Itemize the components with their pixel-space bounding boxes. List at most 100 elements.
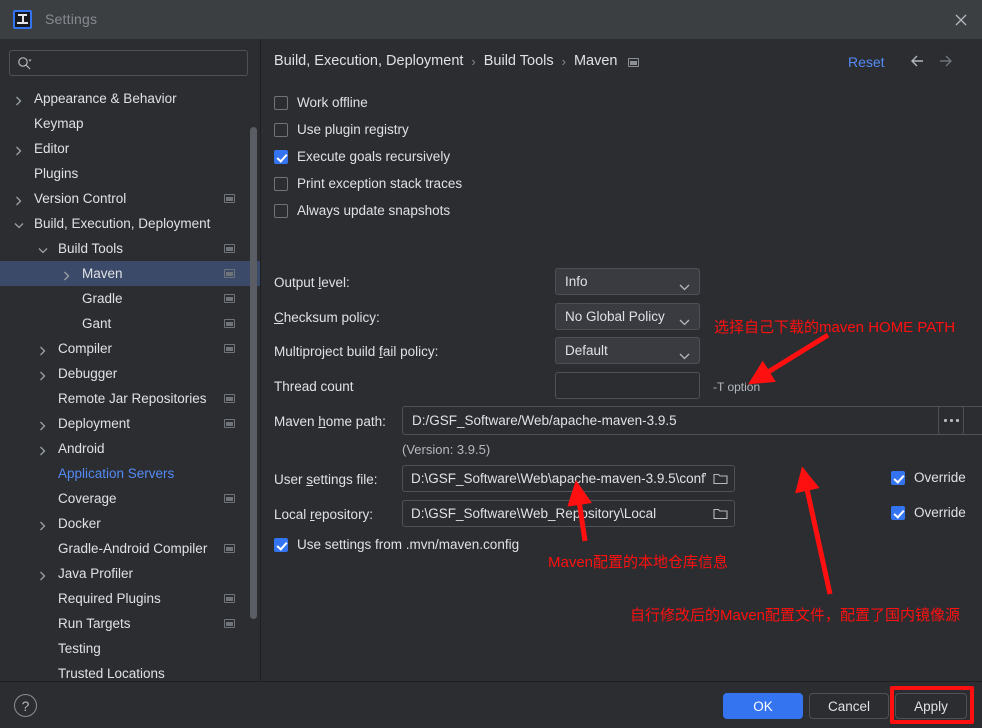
sidebar-item-appearance-behavior[interactable]: Appearance & Behavior — [0, 86, 261, 111]
chevron-right-icon[interactable] — [14, 94, 24, 106]
chevron-right-icon[interactable] — [14, 194, 24, 206]
sidebar-item-testing[interactable]: Testing — [0, 636, 261, 661]
sidebar-item-maven[interactable]: Maven — [0, 261, 261, 286]
project-scope-icon — [224, 619, 235, 628]
checkbox-always-update-snapshots[interactable] — [274, 203, 288, 218]
sidebar-item-label: Editor — [34, 141, 70, 156]
checksum-policy-value: No Global Policy — [565, 309, 665, 324]
checkbox-row-work-offline[interactable]: Work offline — [274, 95, 368, 110]
ok-button[interactable]: OK — [723, 693, 803, 719]
local-repository-override-checkbox[interactable] — [891, 505, 905, 520]
sidebar-item-version-control[interactable]: Version Control — [0, 186, 261, 211]
project-scope-icon — [224, 244, 235, 253]
folder-icon[interactable] — [706, 501, 734, 526]
chevron-right-icon[interactable] — [14, 144, 24, 156]
breadcrumb-item-1[interactable]: Build, Execution, Deployment — [274, 53, 463, 69]
sidebar-item-label: Application Servers — [58, 466, 175, 481]
maven-settings-panel: Build, Execution, Deployment › Build Too… — [261, 39, 982, 681]
project-scope-icon — [224, 494, 235, 503]
folder-icon[interactable] — [706, 466, 734, 491]
sidebar-item-required-plugins[interactable]: Required Plugins — [0, 586, 261, 611]
sidebar-item-plugins[interactable]: Plugins — [0, 161, 261, 186]
sidebar-item-build-tools[interactable]: Build Tools — [0, 236, 261, 261]
chevron-down-icon[interactable] — [38, 244, 48, 254]
checksum-policy-combobox[interactable]: No Global Policy — [555, 303, 700, 330]
local-repository-input[interactable]: D:\GSF_Software\Web_Repository\Local — [402, 500, 735, 527]
project-scope-icon — [628, 57, 640, 67]
thread-count-input[interactable] — [555, 372, 700, 399]
sidebar-item-trusted-locations[interactable]: Trusted Locations — [0, 661, 261, 681]
sidebar-item-application-servers[interactable]: Application Servers — [0, 461, 261, 486]
search-box[interactable] — [9, 50, 248, 76]
maven-home-path-browse-button[interactable] — [938, 406, 964, 435]
close-icon[interactable] — [948, 8, 974, 32]
apply-button[interactable]: Apply — [895, 693, 967, 719]
sidebar-item-gradle[interactable]: Gradle — [0, 286, 261, 311]
checkbox-row-use-plugin-registry[interactable]: Use plugin registry — [274, 122, 409, 137]
sidebar-item-label: Deployment — [58, 416, 131, 431]
sidebar-item-label: Android — [58, 441, 105, 456]
sidebar-item-keymap[interactable]: Keymap — [0, 111, 261, 136]
use-mvn-config-checkbox[interactable] — [274, 537, 288, 552]
thread-count-hint: -T option — [713, 380, 761, 394]
checkbox-print-exception-stack-traces[interactable] — [274, 176, 288, 191]
sidebar-item-remote-jar-repositories[interactable]: Remote Jar Repositories — [0, 386, 261, 411]
sidebar-item-android[interactable]: Android — [0, 436, 261, 461]
cancel-button[interactable]: Cancel — [809, 693, 889, 719]
sidebar-item-label: Testing — [58, 641, 101, 656]
checkbox-work-offline[interactable] — [274, 95, 288, 110]
thread-count-label: Thread count — [274, 379, 354, 394]
use-mvn-config-row[interactable]: Use settings from .mvn/maven.config — [274, 537, 519, 552]
multiproject-fail-policy-combobox[interactable]: Default — [555, 337, 700, 364]
checkbox-execute-goals-recursively[interactable] — [274, 149, 288, 164]
sidebar-item-build-execution-deployment[interactable]: Build, Execution, Deployment — [0, 211, 261, 236]
project-scope-icon — [224, 594, 235, 603]
search-input[interactable] — [38, 51, 243, 75]
sidebar-item-java-profiler[interactable]: Java Profiler — [0, 561, 261, 586]
local-repository-override-row[interactable]: Override — [891, 505, 966, 520]
chevron-right-icon[interactable] — [38, 519, 48, 531]
sidebar-item-coverage[interactable]: Coverage — [0, 486, 261, 511]
sidebar-item-editor[interactable]: Editor — [0, 136, 261, 161]
sidebar-item-gant[interactable]: Gant — [0, 311, 261, 336]
arrow-left-icon[interactable] — [909, 52, 931, 72]
project-scope-icon — [224, 394, 235, 403]
chevron-down-icon — [679, 314, 690, 329]
checkbox-row-always-update-snapshots[interactable]: Always update snapshots — [274, 203, 450, 218]
chevron-right-icon[interactable] — [38, 344, 48, 356]
sidebar-scrollbar[interactable] — [250, 127, 257, 619]
search-field-wrapper — [9, 50, 248, 76]
sidebar-item-label: Run Targets — [58, 616, 131, 631]
sidebar-item-debugger[interactable]: Debugger — [0, 361, 261, 386]
user-settings-override-row[interactable]: Override — [891, 470, 966, 485]
chevron-right-icon[interactable] — [38, 369, 48, 381]
sidebar-item-docker[interactable]: Docker — [0, 511, 261, 536]
chevron-right-icon[interactable] — [38, 569, 48, 581]
chevron-down-icon[interactable] — [14, 219, 24, 229]
sidebar-item-deployment[interactable]: Deployment — [0, 411, 261, 436]
sidebar-item-compiler[interactable]: Compiler — [0, 336, 261, 361]
user-settings-file-input[interactable]: D:\GSF_Software\Web\apache-maven-3.9.5\c… — [402, 465, 735, 492]
sidebar-item-label: Coverage — [58, 491, 117, 506]
reset-link[interactable]: Reset — [848, 54, 885, 70]
sidebar-item-run-targets[interactable]: Run Targets — [0, 611, 261, 636]
checkbox-use-plugin-registry[interactable] — [274, 122, 288, 137]
chevron-right-icon[interactable] — [38, 419, 48, 431]
chevron-right-icon[interactable] — [38, 444, 48, 456]
window-title: Settings — [45, 11, 98, 27]
breadcrumb-item-2[interactable]: Build Tools — [484, 53, 554, 69]
user-settings-override-checkbox[interactable] — [891, 470, 905, 485]
breadcrumb-item-3[interactable]: Maven — [574, 53, 618, 69]
help-button[interactable]: ? — [14, 694, 37, 717]
breadcrumb-separator: › — [561, 53, 566, 69]
breadcrumb: Build, Execution, Deployment › Build Too… — [274, 53, 640, 69]
output-level-combobox[interactable]: Info — [555, 268, 700, 295]
checkbox-label: Execute goals recursively — [297, 149, 451, 164]
chevron-right-icon[interactable] — [62, 269, 72, 281]
sidebar-item-label: Gant — [82, 316, 112, 331]
checkbox-row-print-exception-stack-traces[interactable]: Print exception stack traces — [274, 176, 462, 191]
checkbox-row-execute-goals-recursively[interactable]: Execute goals recursively — [274, 149, 450, 164]
maven-home-path-combobox[interactable]: D:/GSF_Software/Web/apache-maven-3.9.5 — [402, 406, 982, 435]
sidebar-item-label: Version Control — [34, 191, 127, 206]
sidebar-item-gradle-android-compiler[interactable]: Gradle-Android Compiler — [0, 536, 261, 561]
